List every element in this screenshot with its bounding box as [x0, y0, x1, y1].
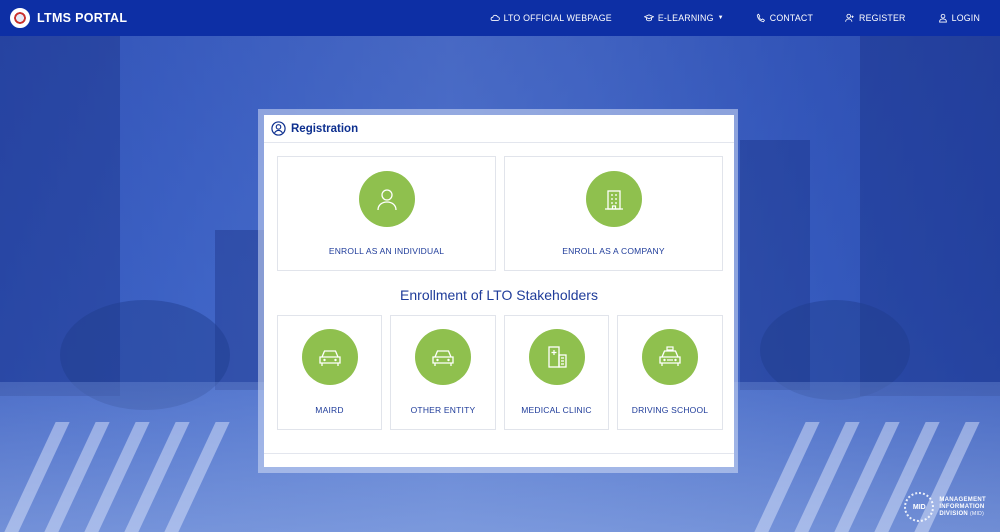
main-nav: LTO OFFICIAL WEBPAGE E-LEARNING ▼ CONTAC… — [458, 13, 980, 23]
stakeholder-driving-school-card[interactable]: DRIVING SCHOOL — [617, 315, 723, 430]
top-navbar: LTMS PORTAL LTO OFFICIAL WEBPAGE E-LEARN… — [0, 0, 1000, 36]
enroll-individual-circle — [359, 171, 415, 227]
stakeholder-maird-card[interactable]: MAIRD — [277, 315, 382, 430]
mid-line3: DIVISION — [939, 510, 969, 517]
stakeholder-circle — [302, 329, 358, 385]
nav-label: REGISTER — [859, 13, 906, 23]
stakeholder-label: DRIVING SCHOOL — [631, 405, 709, 415]
enroll-individual-label: ENROLL AS AN INDIVIDUAL — [328, 246, 445, 256]
cloud-icon — [490, 14, 500, 21]
lto-logo-icon — [10, 8, 30, 28]
nav-login[interactable]: LOGIN — [938, 13, 980, 23]
mid-suffix: (MID) — [970, 510, 985, 517]
panel-header: Registration — [264, 115, 734, 143]
brand[interactable]: LTMS PORTAL — [10, 8, 127, 28]
enroll-company-label: ENROLL AS A COMPANY — [562, 246, 665, 256]
nav-lto-official-webpage[interactable]: LTO OFFICIAL WEBPAGE — [490, 13, 612, 23]
building-icon — [605, 190, 623, 210]
hospital-icon — [548, 346, 567, 368]
stakeholder-label: MAIRD — [315, 405, 344, 415]
stakeholder-circle — [529, 329, 585, 385]
registration-panel: Registration ENROLL AS AN INDIVIDUAL ENR… — [264, 115, 734, 467]
phone-icon — [756, 13, 765, 23]
stakeholder-circle — [415, 329, 471, 385]
nav-contact[interactable]: CONTACT — [756, 13, 813, 23]
panel-title: Registration — [291, 122, 359, 135]
stakeholder-medical-clinic-card[interactable]: MEDICAL CLINIC — [504, 315, 609, 430]
nav-label: LTO OFFICIAL WEBPAGE — [503, 13, 612, 23]
stakeholder-label: MEDICAL CLINIC — [521, 405, 592, 415]
car-icon — [432, 350, 454, 366]
nav-label: CONTACT — [769, 13, 814, 23]
mid-line1: MANAGEMENT — [939, 496, 986, 503]
panel-footer-divider — [264, 453, 734, 454]
stakeholder-label: OTHER ENTITY — [410, 405, 476, 415]
user-icon — [938, 13, 947, 23]
mid-gear-logo-icon: MID — [904, 492, 935, 522]
mid-badge-text: MID — [912, 503, 926, 511]
mid-line2: INFORMATION — [939, 503, 985, 510]
enroll-company-circle — [586, 171, 642, 227]
user-plus-icon — [845, 13, 854, 22]
nav-register[interactable]: REGISTER — [845, 13, 906, 23]
user-circle-icon — [271, 121, 286, 136]
mid-logo-text: MANAGEMENT INFORMATION DIVISION (MID) — [939, 497, 986, 518]
graduation-cap-icon — [643, 14, 654, 22]
stakeholders-section-title: Enrollment of LTO Stakeholders — [400, 287, 598, 303]
enroll-individual-card[interactable]: ENROLL AS AN INDIVIDUAL — [277, 156, 496, 271]
nav-label: E-LEARNING — [657, 13, 714, 23]
taxi-icon — [659, 346, 681, 366]
mid-logo: MID MANAGEMENT INFORMATION DIVISION (MID… — [904, 492, 986, 522]
person-icon — [377, 189, 397, 211]
car-icon — [319, 350, 341, 366]
nav-label: LOGIN — [951, 13, 980, 23]
portal-title: LTMS PORTAL — [37, 11, 128, 25]
nav-e-learning[interactable]: E-LEARNING ▼ — [643, 13, 724, 23]
caret-down-icon: ▼ — [717, 15, 724, 21]
stakeholder-other-entity-card[interactable]: OTHER ENTITY — [390, 315, 496, 430]
enroll-company-card[interactable]: ENROLL AS A COMPANY — [504, 156, 723, 271]
stakeholder-circle — [642, 329, 698, 385]
